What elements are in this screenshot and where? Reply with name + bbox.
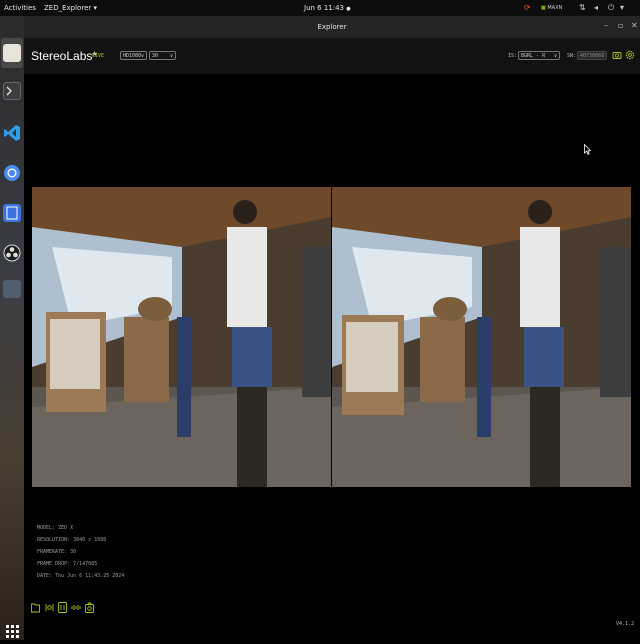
info-date: DATE: Thu Jun 6 11:43.25 2024 [37,573,125,579]
bottom-toolbar: V4.1.2 [24,590,640,640]
app-icon[interactable] [3,280,21,298]
editor-page-icon [6,206,18,220]
info-frame-drop: FRAME DROP: 7/147085 [37,561,98,567]
serial-number-value: 40730868 [580,53,605,59]
is-select[interactable]: BGRL - R ∨ [518,51,560,60]
version-label: V4.1.2 [615,621,634,627]
power-mode-indicator[interactable]: ■ MAXN [541,5,562,11]
stream-icon[interactable] [58,602,67,613]
is-value: BGRL - R [521,53,546,59]
dock [0,16,24,640]
camera-viewer[interactable]: MODEL: ZED X RESOLUTION: 3840 x 1080 FRA… [32,86,633,588]
folder-icon[interactable] [31,602,40,613]
terminal-icon[interactable] [3,82,21,100]
nvidia-icon: ■ [541,5,546,11]
mouse-cursor-icon [584,144,591,155]
power-mode-label: MAXN [547,5,563,11]
left-camera-frame [32,187,331,487]
info-framerate: FRAMERATE: 30 [37,549,77,555]
svo-icon[interactable] [71,602,81,613]
snapshot-icon[interactable] [85,602,94,613]
chevron-down-icon: ∨ [169,53,173,59]
vscode-logo-icon [4,125,20,141]
settings-icon[interactable] [625,50,635,60]
info-resolution: RESOLUTION: 3840 x 1080 [37,537,107,543]
app-menu[interactable]: ZED_Explorer ▾ [44,4,97,12]
live-badge: LIVE [92,53,105,59]
files-icon[interactable] [3,44,21,62]
brand-logo: StereoLabs* [31,49,98,63]
terminal-prompt-icon [6,86,12,96]
vscode-icon[interactable] [3,124,21,142]
fps-select[interactable]: 30 ∨ [149,51,176,60]
window-title-bar[interactable]: Explorer – ▫ ✕ [24,16,640,38]
clock-label: Jun 6 11:43 [304,4,345,12]
text-editor-icon[interactable] [3,204,21,222]
notification-dot-icon: ● [346,6,351,12]
chevron-down-icon[interactable]: ▾ [620,3,624,12]
camera-info-panel: MODEL: ZED X RESOLUTION: 3840 x 1080 FRA… [37,522,124,582]
obs-icon[interactable] [3,244,21,262]
right-camera-frame [332,187,631,487]
app-grid-icon [6,625,19,638]
record-icon[interactable] [45,602,54,613]
update-icon[interactable]: ⟳ [524,3,531,12]
fps-value: 30 [152,53,159,59]
app-header: StereoLabs* LIVE HD1080 ∨ 30 ∨ IS: BGRL … [24,38,640,74]
window-title: Explorer [317,23,347,31]
info-model: MODEL: ZED X [37,525,74,531]
volume-icon[interactable]: ◂ [594,3,598,12]
resolution-select[interactable]: HD1080 ∨ [120,51,147,60]
show-apps-icon[interactable] [3,622,21,640]
resolution-value: HD1080 [123,53,142,59]
left-camera-image [32,187,331,487]
network-icon[interactable]: ⇅ [579,3,586,12]
minimize-button[interactable]: – [604,21,608,30]
chevron-down-icon: ∨ [140,53,144,59]
power-icon[interactable]: ⏻ [608,3,614,13]
maximize-button[interactable]: ▫ [618,21,623,30]
obs-logo-icon [3,244,21,262]
is-label: IS: [508,53,518,59]
chevron-down-icon: ▾ [93,4,98,12]
right-camera-image [332,187,631,487]
chromium-icon[interactable] [3,164,21,182]
serial-number-field: 40730868 [577,51,607,60]
chevron-down-icon: ∨ [553,53,557,59]
chromium-logo-icon [4,165,20,181]
close-button[interactable]: ✕ [631,21,638,30]
clock[interactable]: Jun 6 11:43 ● [304,4,351,12]
camera-icon[interactable] [612,50,622,60]
system-top-bar: Activities ZED_Explorer ▾ Jun 6 11:43 ● … [0,0,640,16]
app-menu-label: ZED_Explorer [44,4,92,12]
activities-button[interactable]: Activities [4,4,36,12]
sn-label: SN: [567,53,577,59]
